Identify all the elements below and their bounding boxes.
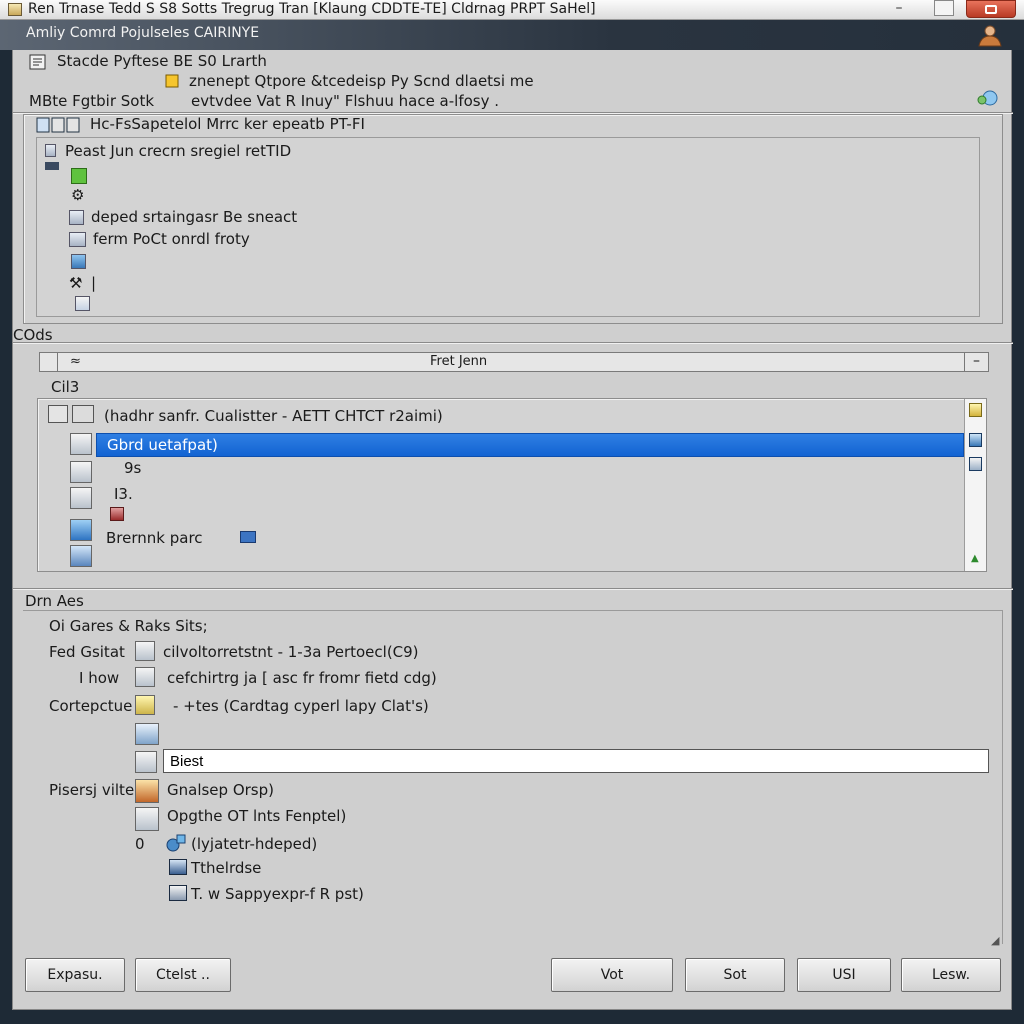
chart-icon <box>70 487 92 509</box>
pointer-icon <box>165 833 187 853</box>
details-section-label: Drn Aes <box>25 592 84 610</box>
list-item-label: Gbrd uetafpat) <box>107 436 218 454</box>
field-icon <box>135 751 157 773</box>
scroll-up-icon[interactable]: ▲ <box>971 553 979 564</box>
code-sub-label: Cil3 <box>51 378 80 396</box>
folder-icon <box>135 641 155 661</box>
top-panel-list: Peast Jun crecrn sregiel retTID ⚙ deped … <box>36 137 980 317</box>
folder-icon <box>72 405 94 423</box>
code-list: (hadhr sanfr. Cualistter - AETT CHTCT r2… <box>37 398 987 572</box>
details-panel: Oi Gares & Raks Sits; Fed Gsitat cilvolt… <box>23 610 1003 944</box>
photo-icon <box>240 531 256 543</box>
details-text-input[interactable] <box>163 749 989 773</box>
resize-grip-icon[interactable]: ◢ <box>991 934 999 947</box>
green-square-icon <box>71 168 87 184</box>
details-row-label: Cortepctue <box>49 697 133 715</box>
expand-button[interactable]: Expasu. <box>25 958 125 992</box>
folder-icon <box>135 695 155 715</box>
title-bar: Ren Trnase Tedd S S8 Sotts Tregrug Tran … <box>0 0 1024 20</box>
code-section-divider <box>13 342 1013 344</box>
list-item-label: deped srtaingasr Be sneact <box>91 208 298 226</box>
radio-button[interactable]: 0 <box>135 835 145 853</box>
palette-icon <box>135 779 159 803</box>
code-combo[interactable]: ≈ Fret Jenn – <box>39 352 989 372</box>
tool-icon: ⚒ <box>69 274 83 292</box>
details-row-label: I how <box>79 669 120 687</box>
properties-icon <box>29 54 46 70</box>
toolbar-icon[interactable] <box>36 117 80 133</box>
combo-arrow-icon: ≈ <box>70 354 81 369</box>
header-line-1: Stacde Pyftese BE S0 Lrarth <box>57 52 267 70</box>
details-row-value: cilvoltorretstnt - 1-3a Pertoecl(C9) <box>163 643 419 661</box>
close-button[interactable] <box>966 0 1016 18</box>
details-row-label: Fed Gsitat <box>49 643 125 661</box>
option-item[interactable]: Tthelrdse <box>191 859 261 877</box>
option-item[interactable]: T. w Sappyexpr-f R pst) <box>191 885 364 903</box>
view-button[interactable]: Vot <box>551 958 673 992</box>
code-list-item[interactable]: 9s <box>124 459 141 477</box>
maximize-button[interactable] <box>934 0 954 16</box>
code-list-item[interactable]: I3. <box>114 485 133 503</box>
details-sub-label: Oi Gares & Raks Sits; <box>49 617 208 635</box>
header-line-3-label: MBte Fgtbir Sotk <box>29 92 155 110</box>
ribbon: Amliy Comrd Pojulseles CAIRINYE <box>0 20 1024 50</box>
options-label: Pisersj vilte <box>49 781 135 799</box>
ribbon-title: Amliy Comrd Pojulseles CAIRINYE <box>26 25 260 41</box>
close-icon <box>985 5 997 14</box>
image-icon <box>71 254 86 269</box>
photo-icon <box>70 545 92 567</box>
option-item[interactable]: Gnalsep Orsp) <box>167 781 274 799</box>
app-icon <box>8 3 22 16</box>
option-item[interactable]: (lyjatetr-hdeped) <box>191 835 317 853</box>
leave-button[interactable]: Lesw. <box>901 958 1001 992</box>
code-list-item-selected[interactable]: Gbrd uetafpat) <box>96 433 964 457</box>
monitor-icon <box>169 859 187 875</box>
warning-icon <box>165 74 179 88</box>
gear-icon: ⚙ <box>71 186 85 204</box>
gear-icon <box>70 461 92 483</box>
user-icon[interactable] <box>976 23 1002 47</box>
details-row-value: - +tes (Cardtag cyperl lapy Clat's) <box>173 697 429 715</box>
list-icon <box>69 210 84 225</box>
combo-value: Fret Jenn <box>430 354 488 369</box>
collapse-icon[interactable] <box>45 162 59 170</box>
folder-icon <box>70 433 92 455</box>
combo-collapse-button[interactable]: – <box>964 353 988 371</box>
select-button[interactable]: Ctelst .. <box>135 958 231 992</box>
dialog-body: Stacde Pyftese BE S0 Lrarth znenept Qtpo… <box>12 50 1013 1010</box>
window-icon <box>169 885 187 901</box>
tool-icon <box>135 667 155 687</box>
code-list-item[interactable]: (hadhr sanfr. Cualistter - AETT CHTCT r2… <box>104 407 443 425</box>
sort-button[interactable]: Sot <box>685 958 785 992</box>
window-title: Ren Trnase Tedd S S8 Sotts Tregrug Tran … <box>28 1 596 17</box>
document-icon <box>45 144 56 157</box>
header-line-3-value: evtvdee Vat R Inuy" Flshuu hace a-lfosy … <box>191 92 500 110</box>
list-item-label: | <box>91 274 97 292</box>
picture-icon <box>70 519 92 541</box>
details-row-value: cefchirtrg ja [ asc fr fromr fietd cdg) <box>167 669 437 687</box>
table-icon <box>69 232 86 247</box>
top-panel: Hc-FsSapetelol Mrrc ker epeatb PT-FI Pea… <box>23 114 1003 324</box>
minimize-button[interactable]: – <box>884 0 914 18</box>
pencil-icon <box>110 507 124 521</box>
chart-icon <box>969 457 982 471</box>
code-list-scrollbar[interactable]: ▲ <box>964 399 986 571</box>
file-icon <box>75 296 90 311</box>
header-line-2: znenept Qtpore &tcedeisp Py Scnd dlaetsi… <box>189 72 534 90</box>
details-section-divider <box>13 588 1013 590</box>
table-icon <box>135 723 159 745</box>
image-icon <box>969 433 982 447</box>
list-item-label: ferm PoCt onrdl froty <box>93 230 250 248</box>
option-item[interactable]: Opgthe OT lnts Fenptel) <box>167 807 346 825</box>
folder-icon <box>969 403 982 417</box>
top-panel-title: Hc-FsSapetelol Mrrc ker epeatb PT-FI <box>90 115 365 133</box>
list-item-label: Brernnk parc <box>106 529 203 547</box>
printer-icon <box>135 807 159 831</box>
combo-left-icon <box>40 353 58 371</box>
list-button[interactable]: USI <box>797 958 891 992</box>
list-item-label: Peast Jun crecrn sregiel retTID <box>65 142 292 160</box>
help-icon[interactable] <box>975 88 1001 108</box>
folder-icon <box>48 405 68 423</box>
